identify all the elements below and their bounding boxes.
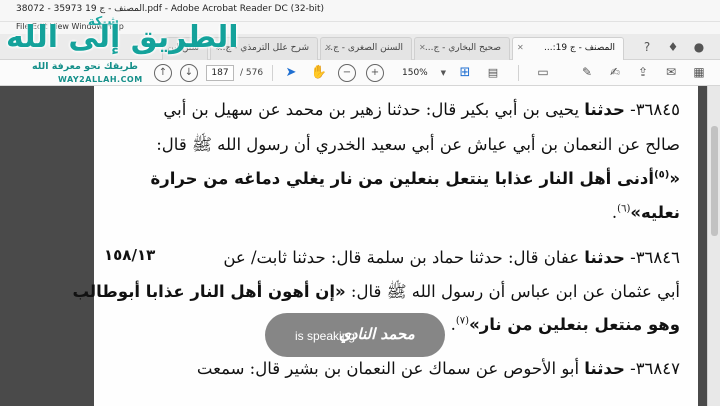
text-line-1: ٣٦٨٤٥- حدثنا يحيى بن أبي بكير قال: حدثنا… [163,100,680,119]
sign-icon[interactable]: ✍ [606,64,624,82]
toolbar-divider [272,65,273,81]
zoom-in-button[interactable]: + [366,64,384,82]
help-icon[interactable]: ? [638,38,656,56]
zoom-value: 150% [402,68,428,78]
scrollbar-thumb[interactable] [711,126,718,236]
text-line-8: ٣٦٨٤٧- حدثنا أبو الأحوص عن سماك عن النعم… [196,359,680,378]
text-line-6: أبي عثمان عن ابن عباس أن رسول الله ﷺ قال… [72,282,680,301]
scroll-mode-icon[interactable]: ▤ [484,64,502,82]
chevron-down-icon: ▼ [440,69,446,77]
comment-icon[interactable]: ▭ [534,64,552,82]
zoom-select[interactable]: 150% ▼ [398,65,450,81]
previous-page-button[interactable]: ↑ [154,64,172,82]
document-area: ٣٦٨٤٥- حدثنا يحيى بن أبي بكير قال: حدثنا… [0,86,720,406]
way2allah-logo: شبكة الطريق إلى الله طريقك نحو معرفة الل… [4,8,240,86]
tab-label: السنن الصغرى - ج... [324,43,403,53]
page-number-input[interactable]: 187 [206,65,234,81]
more-tools-icon[interactable]: ▦ [690,64,708,82]
text-line-4: نعليه»(٦). [611,203,680,222]
bell-icon[interactable]: ♦ [664,38,682,56]
acrobat-reader-window: 38072 - 35973 المصنف - ج 19.pdf - Adobe … [0,0,720,406]
fit-page-icon[interactable]: ⊞ [456,64,474,82]
tab-label: المصنف - ج 19:... [543,43,615,53]
logo-line-4: WAY2ALLAH.COM [58,75,143,84]
toolbar-divider [518,65,519,81]
next-page-button[interactable]: ↓ [180,64,198,82]
page-total: / 576 [240,68,264,78]
logo-line-3: طريقك نحو معرفة الله [32,61,138,72]
pdf-page: ٣٦٨٤٥- حدثنا يحيى بن أبي بكير قال: حدثنا… [72,86,698,406]
tab-sunan-sughra[interactable]: ✕ السنن الصغرى - ج... [320,37,412,60]
close-icon[interactable]: ✕ [517,43,524,52]
logo-line-2: الطريق إلى الله [6,20,240,55]
zoom-out-button[interactable]: − [338,64,356,82]
text-line-5: ٣٦٨٤٦- حدثنا عفان قال: حدثنا حماد بن سلم… [223,248,680,267]
speaking-label: is speaking [295,329,356,343]
share-icon[interactable]: ⇪ [634,64,652,82]
select-cursor-icon[interactable]: ➤ [282,64,300,82]
tab-sahih-bukhari[interactable]: ✕ صحيح البخاري - ج... [414,37,510,60]
text-line-3: «(٥)أدنى أهل النار عذابا ينتعل بنعلين من… [150,169,680,188]
text-line-7: وهو منتعل بنعلين من نار»(٧). [450,315,680,334]
margin-reference: ١٥٨/١٣ [104,246,156,264]
tab-label: صحيح البخاري - ج... [424,43,501,53]
hand-tool-icon[interactable]: ✋ [310,64,328,82]
highlight-icon[interactable]: ✎ [578,64,596,82]
vertical-scrollbar[interactable] [707,86,720,406]
speaker-overlay: محمد النادي is speaking [265,313,445,357]
account-icon[interactable]: ● [690,38,708,56]
text-line-2: صالح عن النعمان بن أبي عياش عن أبي سعيد … [156,135,680,154]
close-icon[interactable]: ✕ [325,43,332,52]
tab-musannaf[interactable]: ✕ المصنف - ج 19:... [512,37,624,60]
mail-icon[interactable]: ✉ [662,64,680,82]
close-icon[interactable]: ✕ [419,43,426,52]
